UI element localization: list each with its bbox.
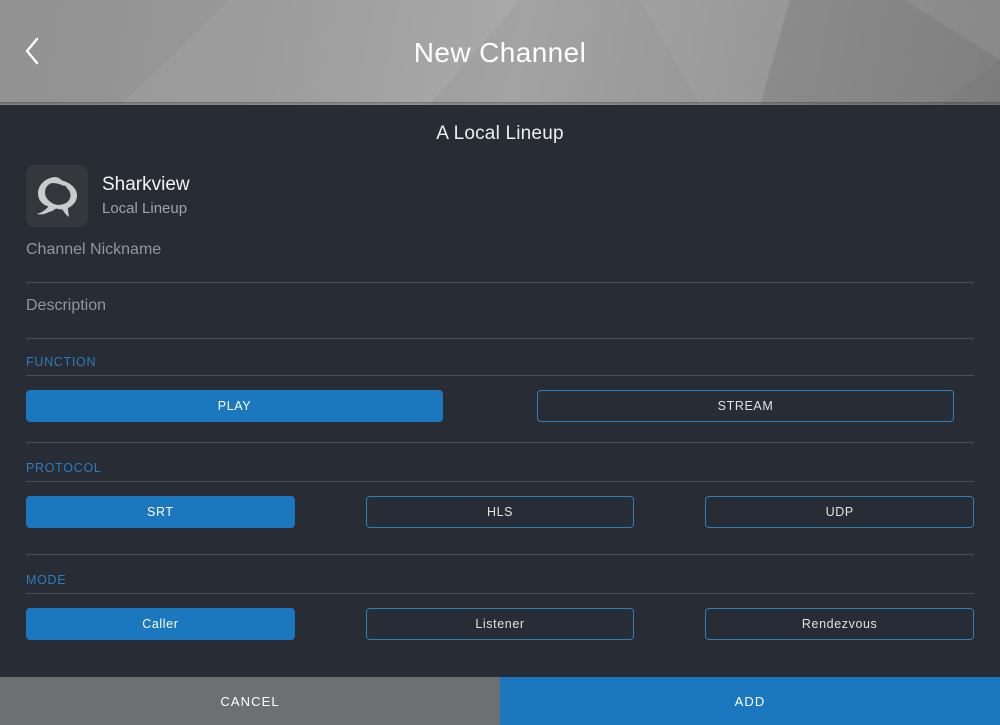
- section-label-mode: MODE: [26, 573, 1000, 587]
- description-input[interactable]: [26, 297, 974, 315]
- section-label-protocol: PROTOCOL: [26, 461, 1000, 475]
- section-function: FUNCTION PLAY STREAM: [0, 355, 1000, 422]
- mode-option-row: Caller Listener Rendezvous: [26, 608, 974, 640]
- section-divider: [26, 375, 974, 376]
- chevron-left-icon: [23, 36, 41, 66]
- identity-subtitle: Local Lineup: [102, 198, 190, 219]
- mode-option-caller[interactable]: Caller: [26, 608, 295, 640]
- header-shadow: [0, 102, 1000, 106]
- section-divider: [26, 593, 974, 594]
- cancel-button[interactable]: CANCEL: [0, 677, 500, 725]
- section-label-function: FUNCTION: [26, 355, 1000, 369]
- action-bar: CANCEL ADD: [0, 677, 1000, 725]
- section-mode: MODE Caller Listener Rendezvous: [0, 555, 1000, 640]
- form-content: A Local Lineup Sharkv: [0, 105, 1000, 677]
- section-protocol: PROTOCOL SRT HLS UDP: [0, 443, 1000, 548]
- mode-option-listener[interactable]: Listener: [366, 608, 635, 640]
- protocol-option-row: SRT HLS UDP: [26, 496, 974, 528]
- channel-nickname-field[interactable]: [26, 227, 974, 283]
- identity-name: Sharkview: [102, 173, 190, 196]
- function-option-play[interactable]: PLAY: [26, 390, 443, 422]
- section-divider: [26, 481, 974, 482]
- avatar: [26, 165, 88, 227]
- channel-nickname-input[interactable]: [26, 241, 974, 259]
- new-channel-screen: New Channel A Local Lineup: [0, 0, 1000, 725]
- function-option-stream[interactable]: STREAM: [537, 390, 954, 422]
- back-button[interactable]: [8, 22, 56, 80]
- description-field[interactable]: [26, 283, 974, 339]
- page-title: New Channel: [0, 0, 1000, 105]
- channel-identity: Sharkview Local Lineup: [26, 165, 1000, 227]
- function-option-row: PLAY STREAM: [26, 390, 974, 422]
- add-button[interactable]: ADD: [500, 677, 1000, 725]
- protocol-option-udp[interactable]: UDP: [705, 496, 974, 528]
- lineup-title: A Local Lineup: [0, 105, 1000, 145]
- identity-text: Sharkview Local Lineup: [102, 173, 190, 219]
- protocol-option-srt[interactable]: SRT: [26, 496, 295, 528]
- protocol-option-hls[interactable]: HLS: [366, 496, 635, 528]
- shark-logo-icon: [32, 171, 82, 221]
- mode-option-rendezvous[interactable]: Rendezvous: [705, 608, 974, 640]
- app-header: New Channel: [0, 0, 1000, 105]
